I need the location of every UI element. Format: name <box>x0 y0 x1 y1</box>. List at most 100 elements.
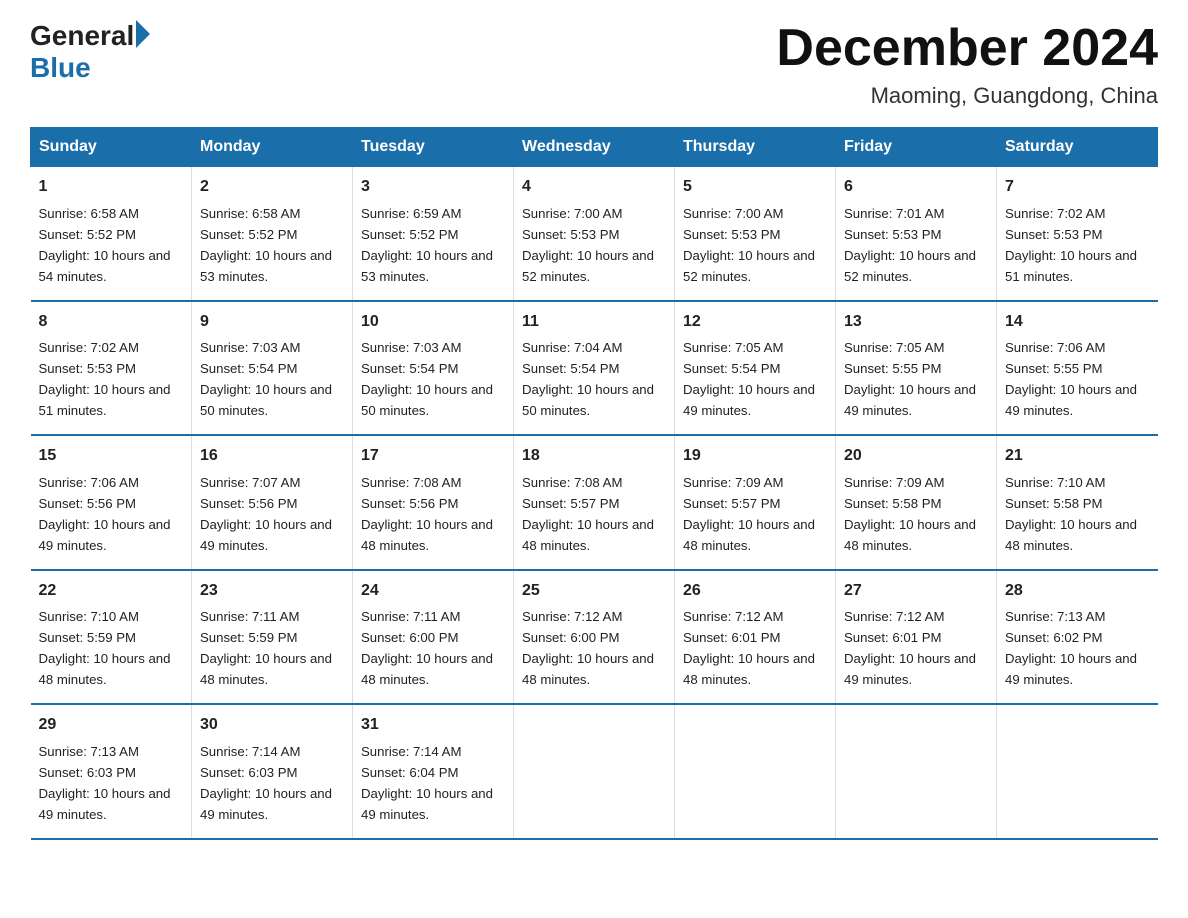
day-number: 7 <box>1005 175 1150 200</box>
header-day-sunday: Sunday <box>31 128 192 167</box>
day-info: Sunrise: 7:06 AMSunset: 5:56 PMDaylight:… <box>39 475 171 553</box>
day-number: 14 <box>1005 310 1150 335</box>
day-info: Sunrise: 7:00 AMSunset: 5:53 PMDaylight:… <box>683 206 815 284</box>
day-info: Sunrise: 7:03 AMSunset: 5:54 PMDaylight:… <box>200 340 332 418</box>
day-info: Sunrise: 7:14 AMSunset: 6:04 PMDaylight:… <box>361 744 493 822</box>
day-info: Sunrise: 7:08 AMSunset: 5:56 PMDaylight:… <box>361 475 493 553</box>
day-number: 11 <box>522 310 666 335</box>
calendar-header-row: SundayMondayTuesdayWednesdayThursdayFrid… <box>31 128 1158 167</box>
day-number: 29 <box>39 713 184 738</box>
day-number: 27 <box>844 579 988 604</box>
day-info: Sunrise: 7:14 AMSunset: 6:03 PMDaylight:… <box>200 744 332 822</box>
day-number: 20 <box>844 444 988 469</box>
day-info: Sunrise: 7:10 AMSunset: 5:59 PMDaylight:… <box>39 609 171 687</box>
calendar-cell: 29Sunrise: 7:13 AMSunset: 6:03 PMDayligh… <box>31 704 192 838</box>
day-info: Sunrise: 7:02 AMSunset: 5:53 PMDaylight:… <box>1005 206 1137 284</box>
calendar-cell: 10 Sunrise: 7:03 AMSunset: 5:54 PMDayligh… <box>353 301 514 435</box>
day-info: Sunrise: 7:05 AMSunset: 5:54 PMDaylight:… <box>683 340 815 418</box>
calendar-cell: 5Sunrise: 7:00 AMSunset: 5:53 PMDaylight… <box>675 167 836 301</box>
calendar-cell: 14 Sunrise: 7:06 AMSunset: 5:55 PMDayligh… <box>997 301 1158 435</box>
day-number: 25 <box>522 579 666 604</box>
header-day-saturday: Saturday <box>997 128 1158 167</box>
calendar-cell: 30 Sunrise: 7:14 AMSunset: 6:03 PMDayligh… <box>192 704 353 838</box>
calendar-cell <box>514 704 675 838</box>
calendar-cell: 4 Sunrise: 7:00 AMSunset: 5:53 PMDaylight… <box>514 167 675 301</box>
day-number: 18 <box>522 444 666 469</box>
header-day-friday: Friday <box>836 128 997 167</box>
day-info: Sunrise: 7:00 AMSunset: 5:53 PMDaylight:… <box>522 206 654 284</box>
calendar-cell: 15 Sunrise: 7:06 AMSunset: 5:56 PMDayligh… <box>31 435 192 569</box>
day-info: Sunrise: 7:03 AMSunset: 5:54 PMDaylight:… <box>361 340 493 418</box>
day-info: Sunrise: 7:01 AMSunset: 5:53 PMDaylight:… <box>844 206 976 284</box>
title-block: December 2024 Maoming, Guangdong, China <box>776 20 1158 109</box>
subtitle: Maoming, Guangdong, China <box>776 83 1158 109</box>
calendar-cell: 23 Sunrise: 7:11 AMSunset: 5:59 PMDayligh… <box>192 570 353 704</box>
logo-text-blue: Blue <box>30 52 150 84</box>
day-info: Sunrise: 7:11 AMSunset: 6:00 PMDaylight:… <box>361 609 493 687</box>
calendar-cell: 17 Sunrise: 7:08 AMSunset: 5:56 PMDayligh… <box>353 435 514 569</box>
calendar-week-row: 29Sunrise: 7:13 AMSunset: 6:03 PMDayligh… <box>31 704 1158 838</box>
calendar-table: SundayMondayTuesdayWednesdayThursdayFrid… <box>30 127 1158 839</box>
calendar-cell: 7 Sunrise: 7:02 AMSunset: 5:53 PMDaylight… <box>997 167 1158 301</box>
day-number: 30 <box>200 713 344 738</box>
calendar-cell: 24Sunrise: 7:11 AMSunset: 6:00 PMDayligh… <box>353 570 514 704</box>
calendar-cell: 26 Sunrise: 7:12 AMSunset: 6:01 PMDayligh… <box>675 570 836 704</box>
day-number: 28 <box>1005 579 1150 604</box>
logo: General Blue <box>30 20 150 84</box>
day-number: 3 <box>361 175 505 200</box>
day-number: 8 <box>39 310 184 335</box>
calendar-cell: 25 Sunrise: 7:12 AMSunset: 6:00 PMDayligh… <box>514 570 675 704</box>
calendar-cell: 3Sunrise: 6:59 AMSunset: 5:52 PMDaylight… <box>353 167 514 301</box>
day-number: 22 <box>39 579 184 604</box>
day-number: 6 <box>844 175 988 200</box>
day-info: Sunrise: 7:12 AMSunset: 6:00 PMDaylight:… <box>522 609 654 687</box>
calendar-cell <box>836 704 997 838</box>
day-number: 17 <box>361 444 505 469</box>
day-info: Sunrise: 6:58 AMSunset: 5:52 PMDaylight:… <box>200 206 332 284</box>
calendar-cell <box>997 704 1158 838</box>
day-info: Sunrise: 7:08 AMSunset: 5:57 PMDaylight:… <box>522 475 654 553</box>
day-info: Sunrise: 7:11 AMSunset: 5:59 PMDaylight:… <box>200 609 332 687</box>
calendar-cell: 20 Sunrise: 7:09 AMSunset: 5:58 PMDayligh… <box>836 435 997 569</box>
day-info: Sunrise: 7:04 AMSunset: 5:54 PMDaylight:… <box>522 340 654 418</box>
calendar-cell: 31Sunrise: 7:14 AMSunset: 6:04 PMDayligh… <box>353 704 514 838</box>
calendar-cell: 16 Sunrise: 7:07 AMSunset: 5:56 PMDayligh… <box>192 435 353 569</box>
day-number: 16 <box>200 444 344 469</box>
calendar-cell: 19Sunrise: 7:09 AMSunset: 5:57 PMDayligh… <box>675 435 836 569</box>
calendar-cell: 22 Sunrise: 7:10 AMSunset: 5:59 PMDayligh… <box>31 570 192 704</box>
day-number: 2 <box>200 175 344 200</box>
day-number: 10 <box>361 310 505 335</box>
header-day-thursday: Thursday <box>675 128 836 167</box>
calendar-cell: 11 Sunrise: 7:04 AMSunset: 5:54 PMDayligh… <box>514 301 675 435</box>
day-info: Sunrise: 7:02 AMSunset: 5:53 PMDaylight:… <box>39 340 171 418</box>
calendar-week-row: 1 Sunrise: 6:58 AMSunset: 5:52 PMDaylight… <box>31 167 1158 301</box>
day-number: 23 <box>200 579 344 604</box>
main-title: December 2024 <box>776 20 1158 77</box>
day-info: Sunrise: 7:13 AMSunset: 6:02 PMDaylight:… <box>1005 609 1137 687</box>
logo-text-general: General <box>30 20 134 52</box>
day-info: Sunrise: 7:06 AMSunset: 5:55 PMDaylight:… <box>1005 340 1137 418</box>
day-number: 15 <box>39 444 184 469</box>
day-number: 1 <box>39 175 184 200</box>
calendar-cell: 9Sunrise: 7:03 AMSunset: 5:54 PMDaylight… <box>192 301 353 435</box>
calendar-cell: 18 Sunrise: 7:08 AMSunset: 5:57 PMDayligh… <box>514 435 675 569</box>
calendar-week-row: 22 Sunrise: 7:10 AMSunset: 5:59 PMDayligh… <box>31 570 1158 704</box>
day-number: 12 <box>683 310 827 335</box>
day-number: 26 <box>683 579 827 604</box>
day-info: Sunrise: 7:12 AMSunset: 6:01 PMDaylight:… <box>844 609 976 687</box>
day-number: 21 <box>1005 444 1150 469</box>
calendar-cell: 8 Sunrise: 7:02 AMSunset: 5:53 PMDaylight… <box>31 301 192 435</box>
day-info: Sunrise: 7:07 AMSunset: 5:56 PMDaylight:… <box>200 475 332 553</box>
header-day-tuesday: Tuesday <box>353 128 514 167</box>
day-info: Sunrise: 7:09 AMSunset: 5:58 PMDaylight:… <box>844 475 976 553</box>
day-info: Sunrise: 7:05 AMSunset: 5:55 PMDaylight:… <box>844 340 976 418</box>
calendar-cell: 1Sunrise: 6:58 AMSunset: 5:52 PMDaylight… <box>31 167 192 301</box>
page-header: General Blue December 2024 Maoming, Guan… <box>30 20 1158 109</box>
calendar-cell: 2 Sunrise: 6:58 AMSunset: 5:52 PMDaylight… <box>192 167 353 301</box>
day-info: Sunrise: 7:10 AMSunset: 5:58 PMDaylight:… <box>1005 475 1137 553</box>
day-number: 4 <box>522 175 666 200</box>
calendar-cell: 6 Sunrise: 7:01 AMSunset: 5:53 PMDaylight… <box>836 167 997 301</box>
calendar-cell: 27 Sunrise: 7:12 AMSunset: 6:01 PMDayligh… <box>836 570 997 704</box>
day-info: Sunrise: 7:12 AMSunset: 6:01 PMDaylight:… <box>683 609 815 687</box>
header-day-monday: Monday <box>192 128 353 167</box>
